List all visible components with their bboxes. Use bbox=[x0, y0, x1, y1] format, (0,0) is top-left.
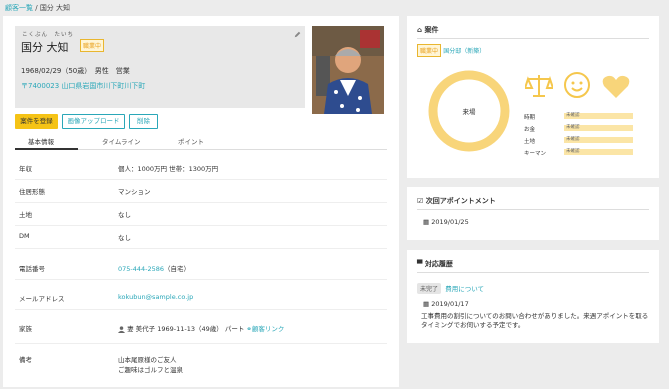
history-card: ▀ 対応履歴 未完了 費用について ▦ 2019/01/17 工事費用の割引につ… bbox=[407, 250, 659, 343]
history-title: ▀ 対応履歴 bbox=[417, 260, 453, 268]
history-topic-link[interactable]: 費用について bbox=[445, 285, 484, 293]
breadcrumb-separator: / bbox=[33, 4, 40, 12]
email-link[interactable]: kokubun@sample.co.jp bbox=[118, 293, 193, 301]
edit-icon[interactable] bbox=[294, 31, 301, 38]
history-date: ▦ 2019/01/17 bbox=[423, 300, 469, 308]
case-status-badge: 職業中 bbox=[417, 44, 442, 57]
case-card: ⌂ 案件 職業中 国分邸（新築） 来場 時期 未確認 お金 未確認 土地 未確認 キー… bbox=[407, 16, 659, 178]
case-metrics: 時期 未確認 お金 未確認 土地 未確認 キーマン 未確認 bbox=[524, 113, 634, 161]
tab-bar: 基本情報 タイムライン ポイント bbox=[15, 134, 387, 150]
breadcrumb-link-customers[interactable]: 顧客一覧 bbox=[5, 4, 33, 12]
history-status-badge: 未完了 bbox=[417, 283, 442, 294]
delete-button[interactable]: 削除 bbox=[129, 114, 158, 129]
profile-box: こくぶん たいち 国分 大知 職業中 1968/02/29（50歳） 男性 営業… bbox=[15, 26, 305, 108]
calendar-icon: ▦ bbox=[423, 218, 430, 226]
register-case-button[interactable]: 案件を登録 bbox=[15, 114, 58, 129]
next-appointment-card: ☑ 次回アポイントメント ▦ 2019/01/25 bbox=[407, 187, 659, 240]
customer-photo bbox=[312, 26, 384, 114]
face-icon bbox=[564, 72, 590, 98]
case-name-link[interactable]: 国分邸（新築） bbox=[443, 48, 485, 55]
history-body: 工事費用の割引についてのお問い合わせがありました。来週アポイントを取るタイミング… bbox=[421, 312, 649, 329]
case-title: ⌂ 案件 bbox=[417, 26, 439, 34]
scale-icon bbox=[525, 75, 553, 97]
customer-name: 国分 大知 bbox=[21, 41, 69, 54]
status-badge: 職業中 bbox=[80, 39, 105, 52]
phone-link[interactable]: 075-444-2586 bbox=[118, 265, 164, 273]
checklist-icon: ☑ bbox=[417, 197, 424, 205]
customer-detail-panel: こくぶん たいち 国分 大知 職業中 1968/02/29（50歳） 男性 営業… bbox=[3, 16, 399, 387]
circle-label: 来場 bbox=[462, 108, 476, 116]
person-icon bbox=[118, 325, 125, 333]
tab-timeline[interactable]: タイムライン bbox=[102, 136, 141, 146]
upload-image-button[interactable]: 画像アップロード bbox=[62, 114, 125, 129]
home-icon: ⌂ bbox=[417, 26, 423, 34]
birth-info: 1968/02/29（50歳） 男性 営業 bbox=[21, 67, 130, 75]
heart-icon bbox=[602, 75, 630, 98]
breadcrumb: 顧客一覧 / 国分 大知 bbox=[5, 3, 70, 13]
customer-link[interactable]: ⚭顧客リンク bbox=[246, 325, 284, 333]
next-appointment-title: ☑ 次回アポイントメント bbox=[417, 197, 496, 205]
next-appointment-date: ▦ 2019/01/25 bbox=[423, 218, 469, 226]
active-tab-indicator bbox=[15, 148, 78, 150]
breadcrumb-current: 国分 大知 bbox=[39, 4, 71, 12]
name-kana: こくぶん たいち bbox=[22, 32, 75, 38]
tab-basic-info[interactable]: 基本情報 bbox=[28, 136, 54, 146]
calendar-icon: ▦ bbox=[423, 300, 430, 308]
address-link[interactable]: 〒7400023 山口県岩国市川下町川下町 bbox=[21, 81, 145, 91]
tab-points[interactable]: ポイント bbox=[178, 136, 204, 146]
comment-icon: ▀ bbox=[417, 260, 423, 268]
